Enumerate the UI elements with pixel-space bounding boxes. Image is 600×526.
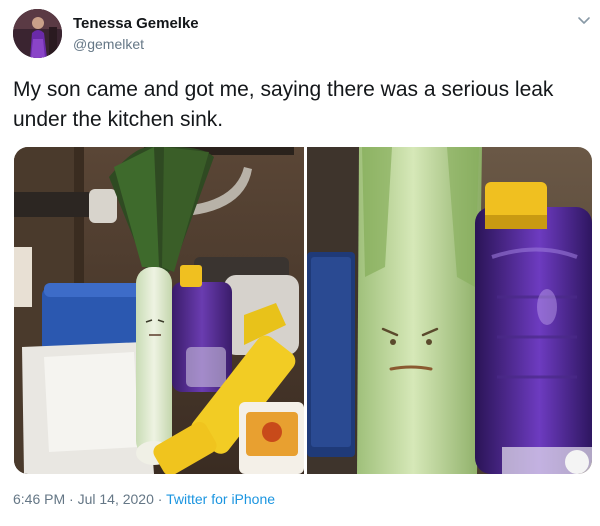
avatar[interactable] xyxy=(13,9,62,58)
user-handle[interactable]: @gemelket xyxy=(73,36,144,52)
leek-under-sink-photo[interactable] xyxy=(14,147,304,474)
tweet-media xyxy=(14,147,592,474)
tweet-card: Tenessa Gemelke @gemelket My son came an… xyxy=(0,0,600,526)
tweet-time[interactable]: 6:46 PM xyxy=(13,491,65,507)
meta-separator: · xyxy=(153,491,167,507)
display-name[interactable]: Tenessa Gemelke xyxy=(73,15,199,32)
leek-closeup-photo[interactable] xyxy=(307,147,592,474)
tweet-date[interactable]: Jul 14, 2020 xyxy=(78,491,154,507)
avatar-image xyxy=(13,9,62,58)
tweet-source-link[interactable]: Twitter for iPhone xyxy=(166,491,275,507)
chevron-down-icon[interactable] xyxy=(576,12,592,28)
tweet-text: My son came and got me, saying there was… xyxy=(13,78,554,131)
meta-separator: · xyxy=(65,491,78,507)
tweet-meta: 6:46 PM · Jul 14, 2020 · Twitter for iPh… xyxy=(13,491,275,507)
